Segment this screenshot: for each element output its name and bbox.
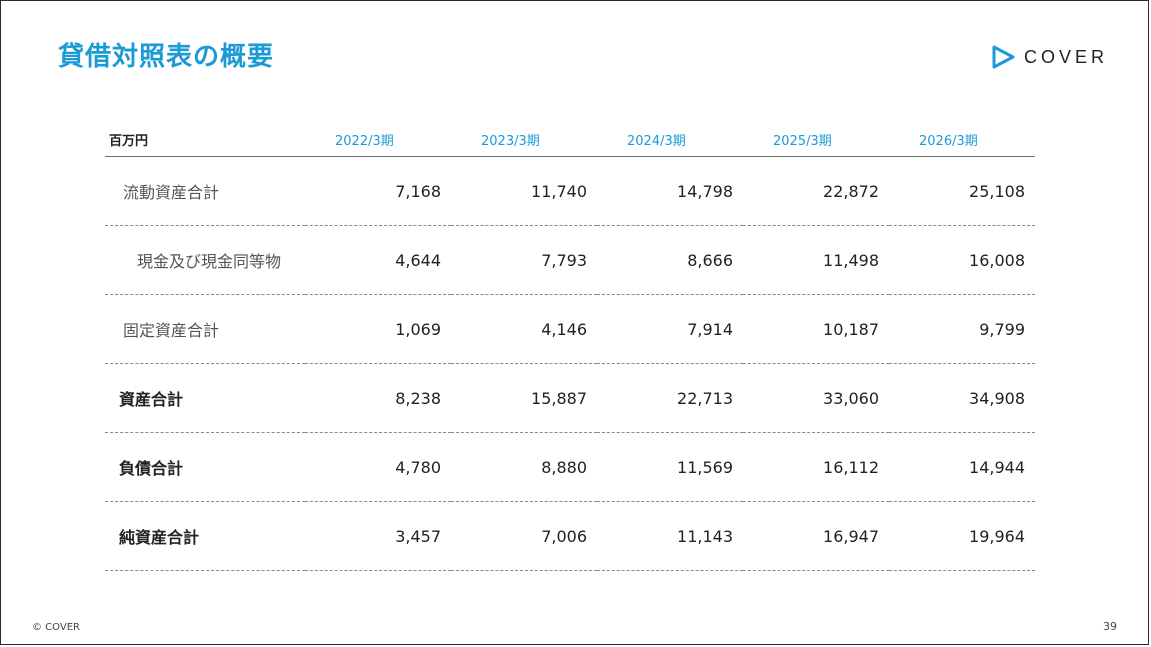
row-label: 資産合計 (105, 363, 305, 433)
page-number: 39 (1103, 620, 1117, 633)
row-label: 負債合計 (105, 432, 305, 502)
table-row: 負債合計 4,780 8,880 11,569 16,112 14,944 (105, 432, 1035, 502)
row-value: 8,880 (451, 432, 597, 502)
period-header: 2025/3期 (743, 122, 889, 157)
row-value: 15,887 (451, 363, 597, 433)
row-value: 7,793 (451, 225, 597, 295)
period-header: 2023/3期 (451, 122, 597, 157)
row-value: 1,069 (305, 294, 451, 364)
row-label: 流動資産合計 (105, 156, 305, 226)
row-value: 22,872 (743, 156, 889, 226)
row-value: 10,187 (743, 294, 889, 364)
period-header: 2022/3期 (305, 122, 451, 157)
brand-name: COVER (1024, 46, 1109, 67)
row-value: 16,112 (743, 432, 889, 502)
row-value: 16,947 (743, 501, 889, 571)
row-value: 25,108 (889, 156, 1035, 226)
row-value: 19,964 (889, 501, 1035, 571)
row-label: 固定資産合計 (105, 294, 305, 364)
page-title: 貸借対照表の概要 (58, 42, 275, 72)
cover-logo: COVER (990, 44, 1108, 70)
row-label: 純資産合計 (105, 501, 305, 571)
period-header: 2026/3期 (889, 122, 1035, 157)
row-value: 8,666 (597, 225, 743, 295)
table-row: 資産合計 8,238 15,887 22,713 33,060 34,908 (105, 363, 1035, 433)
table-row: 純資産合計 3,457 7,006 11,143 16,947 19,964 (105, 501, 1035, 571)
row-value: 34,908 (889, 363, 1035, 433)
period-header: 2024/3期 (597, 122, 743, 157)
row-value: 9,799 (889, 294, 1035, 364)
row-value: 16,008 (889, 225, 1035, 295)
row-value: 4,146 (451, 294, 597, 364)
row-value: 4,780 (305, 432, 451, 502)
row-value: 7,006 (451, 501, 597, 571)
table-header-row: 百万円 2022/3期 2023/3期 2024/3期 2025/3期 2026… (105, 122, 1035, 157)
row-value: 14,944 (889, 432, 1035, 502)
play-triangle-icon (992, 45, 1015, 69)
table-row: 固定資産合計 1,069 4,146 7,914 10,187 9,799 (105, 294, 1035, 364)
row-value: 3,457 (305, 501, 451, 571)
row-label: 現金及び現金同等物 (105, 225, 305, 295)
row-value: 14,798 (597, 156, 743, 226)
copyright-footer: © COVER (32, 622, 80, 633)
table-row: 流動資産合計 7,168 11,740 14,798 22,872 25,108 (105, 156, 1035, 226)
balance-sheet-table: 百万円 2022/3期 2023/3期 2024/3期 2025/3期 2026… (105, 122, 1035, 571)
table-row: 現金及び現金同等物 4,644 7,793 8,666 11,498 16,00… (105, 225, 1035, 295)
row-value: 7,168 (305, 156, 451, 226)
row-value: 22,713 (597, 363, 743, 433)
row-value: 8,238 (305, 363, 451, 433)
row-value: 11,569 (597, 432, 743, 502)
row-value: 4,644 (305, 225, 451, 295)
row-value: 11,740 (451, 156, 597, 226)
row-value: 11,498 (743, 225, 889, 295)
row-value: 33,060 (743, 363, 889, 433)
row-value: 11,143 (597, 501, 743, 571)
row-value: 7,914 (597, 294, 743, 364)
unit-label: 百万円 (105, 122, 305, 157)
